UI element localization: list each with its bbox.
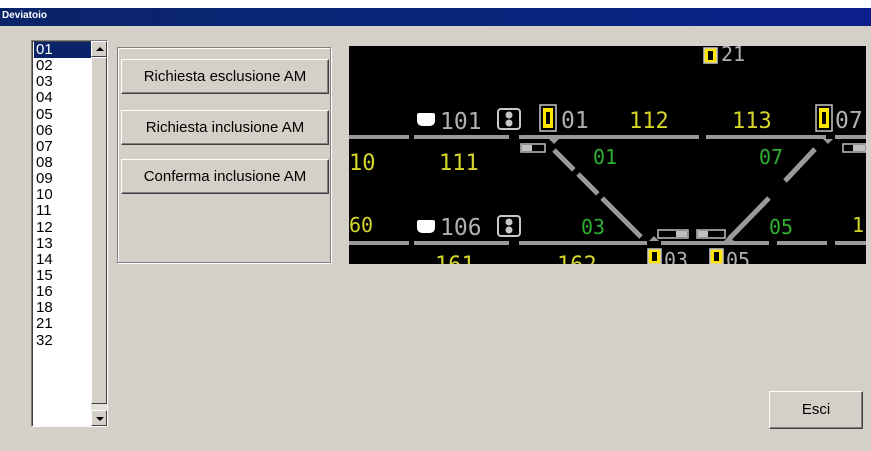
list-item[interactable]: 12	[34, 219, 92, 236]
confirm-inclusion-am-button[interactable]: Conferma inclusione AM	[121, 159, 329, 194]
list-item[interactable]: 15	[34, 267, 92, 284]
track-segment	[835, 241, 866, 245]
label-switch-07: 07	[759, 145, 783, 169]
label-signal-07: 07	[835, 108, 863, 134]
list-item[interactable]: 16	[34, 284, 92, 300]
label-60: 60	[349, 213, 373, 237]
crossover-01-03-end	[605, 201, 643, 239]
switch-marker	[823, 139, 833, 144]
marker-icon	[417, 113, 435, 126]
list-item[interactable]: 08	[34, 154, 92, 171]
window-title: Deviatoio	[2, 10, 48, 21]
label-106: 106	[440, 215, 482, 241]
track-segment	[349, 135, 409, 139]
track-segment	[661, 241, 769, 245]
list-item[interactable]: 09	[34, 171, 92, 187]
label-162: 162	[557, 253, 597, 264]
label-101: 101	[440, 109, 482, 135]
lower-track	[349, 241, 866, 245]
track-segment	[706, 135, 826, 139]
list-item[interactable]: 06	[34, 122, 92, 139]
scroll-down-button[interactable]	[91, 410, 107, 426]
marker-icon	[417, 220, 435, 233]
command-button-group: Richiesta esclusione AM Richiesta inclus…	[117, 47, 331, 263]
crossover-07-05	[783, 147, 817, 183]
list-item[interactable]: 07	[34, 138, 92, 155]
track-segment	[777, 241, 827, 245]
label-1: 1	[852, 213, 864, 237]
scroll-up-button[interactable]	[91, 41, 107, 57]
list-item[interactable]: 32	[34, 332, 92, 349]
list-item[interactable]: 03	[34, 74, 92, 90]
track-segment	[835, 135, 866, 139]
title-bar: Deviatoio	[0, 0, 871, 26]
list-item[interactable]: 04	[34, 90, 92, 106]
label-signal-01: 01	[561, 108, 589, 134]
switch-marker	[549, 139, 559, 144]
request-inclusion-am-button[interactable]: Richiesta inclusione AM	[121, 110, 329, 145]
arrow-down-icon	[96, 417, 104, 421]
label-112: 112	[629, 109, 669, 134]
label-10: 10	[349, 151, 376, 176]
list-item[interactable]: 13	[34, 235, 92, 252]
track-diagram: 21 101 01 112 113 07 10 111 01 07 60 106…	[349, 46, 866, 264]
label-switch-03: 03	[581, 215, 605, 239]
label-111: 111	[439, 151, 479, 176]
request-exclusion-am-button[interactable]: Richiesta esclusione AM	[121, 59, 329, 94]
track-segment	[519, 241, 647, 245]
crossover-07-05-b	[727, 196, 771, 241]
track-segment	[349, 241, 409, 245]
label-113: 113	[732, 109, 772, 134]
arrow-up-icon	[96, 47, 104, 51]
list-item[interactable]: 01	[34, 41, 92, 59]
label-top-21: 21	[721, 46, 745, 66]
label-switch-05: 05	[769, 215, 793, 239]
list-item[interactable]: 14	[34, 251, 92, 268]
track-segment	[414, 241, 509, 245]
switch-list: 01 02 03 04 05 06 07 08 09 10 11 12 13 14 15 16 18 21 32	[34, 41, 92, 349]
track-segment	[414, 135, 509, 139]
label-switch-01: 01	[593, 145, 617, 169]
list-scrollbar[interactable]	[91, 41, 107, 426]
track-segment	[519, 135, 699, 139]
exit-button[interactable]: Esci	[769, 391, 863, 429]
label-signal-05: 05	[726, 248, 750, 264]
label-161: 161	[435, 253, 475, 264]
list-item[interactable]: 11	[34, 203, 92, 219]
switch-boxes	[520, 143, 866, 239]
list-item[interactable]: 10	[34, 187, 92, 203]
upper-track	[349, 135, 866, 139]
label-signal-03: 03	[664, 248, 688, 264]
list-item[interactable]: 18	[34, 300, 92, 316]
list-item[interactable]: 05	[34, 106, 92, 123]
switch-listbox[interactable]: 01 02 03 04 05 06 07 08 09 10 11 12 13 14 15 16 18 21 32	[31, 40, 108, 427]
list-item[interactable]: 02	[34, 58, 92, 74]
list-item[interactable]: 21	[34, 316, 92, 332]
scroll-thumb[interactable]	[91, 57, 107, 404]
